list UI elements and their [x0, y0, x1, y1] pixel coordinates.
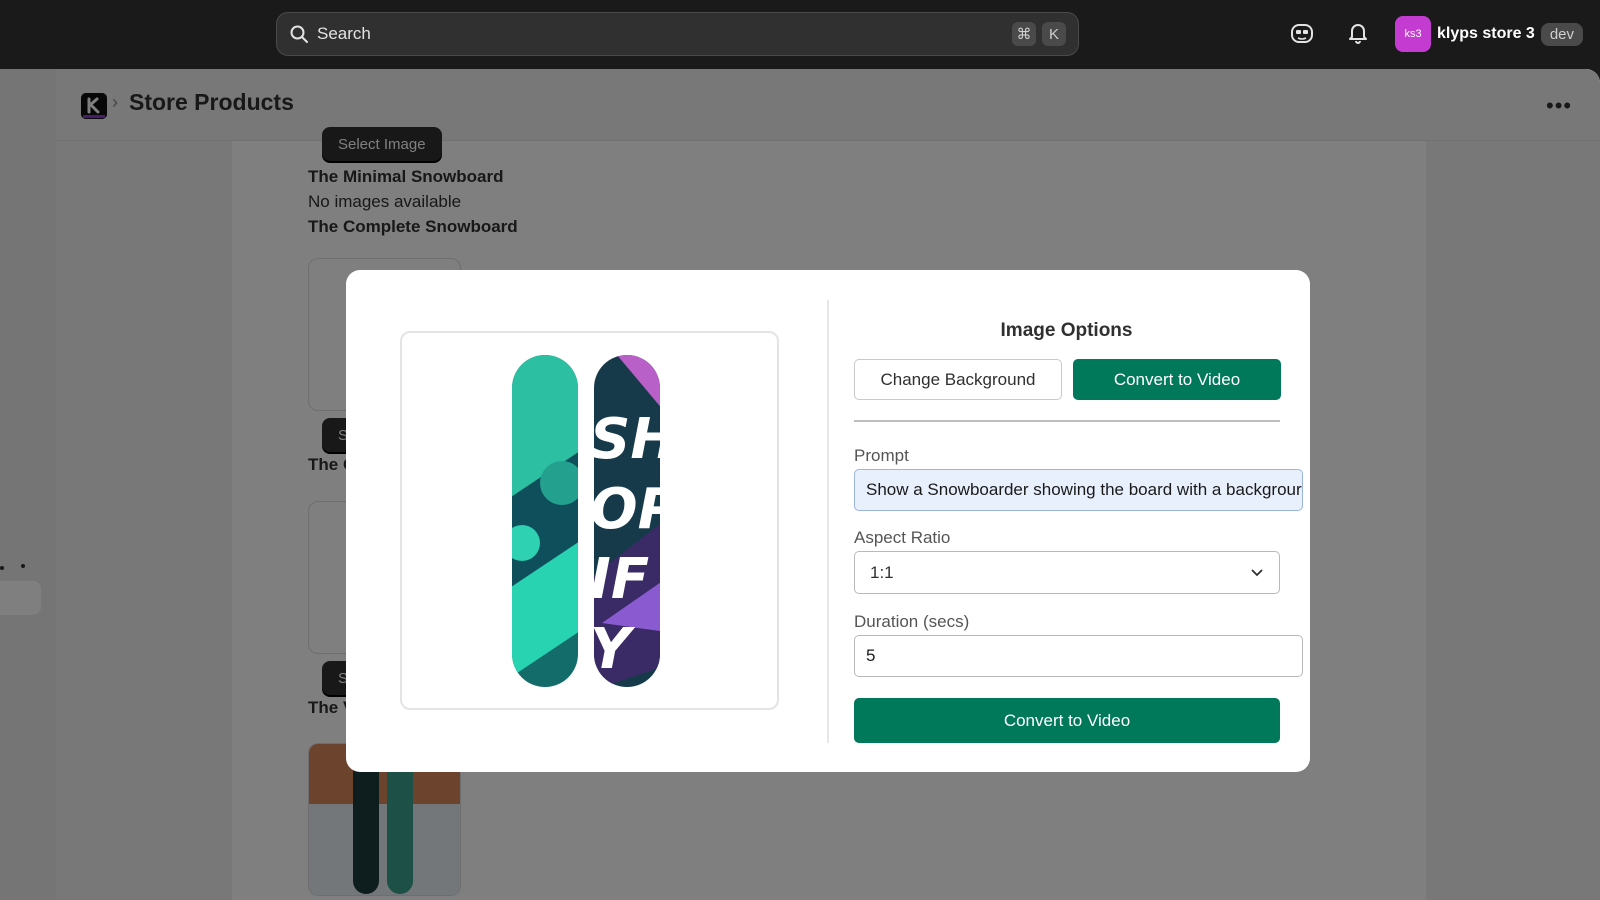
store-avatar: ks3 [1395, 16, 1431, 52]
duration-label: Duration (secs) [854, 612, 970, 631]
k-key-badge: K [1042, 22, 1066, 46]
chevron-down-icon [1251, 568, 1263, 576]
convert-to-video-button[interactable]: Convert to Video [854, 698, 1280, 743]
aspect-ratio-label: Aspect Ratio [854, 528, 951, 547]
duration-input[interactable]: 5 [854, 635, 1303, 677]
svg-text:SH: SH [590, 407, 677, 472]
search-bar[interactable]: Search ⌘ K [276, 12, 1079, 56]
change-background-tab[interactable]: Change Background [854, 359, 1062, 400]
top-bar: Search ⌘ K ks3 klyps store 3 dev [0, 0, 1600, 69]
bell-icon[interactable] [1345, 20, 1371, 46]
options-divider [854, 420, 1280, 422]
search-placeholder: Search [317, 24, 371, 43]
ai-assistant-icon[interactable] [1289, 20, 1315, 46]
modal-title: Image Options [1000, 320, 1133, 341]
svg-text:OP: OP [590, 477, 679, 542]
prompt-label: Prompt [854, 446, 909, 465]
store-switcher[interactable]: ks3 klyps store 3 dev [1395, 16, 1584, 52]
snowboard-preview-image: SH OP IF Y [512, 355, 679, 687]
store-name: klyps store 3 [1437, 25, 1535, 42]
convert-to-video-tab[interactable]: Convert to Video [1073, 359, 1281, 400]
command-key-badge: ⌘ [1012, 22, 1036, 46]
aspect-ratio-value: 1:1 [870, 562, 894, 582]
svg-text:Y: Y [590, 617, 636, 682]
image-options-modal: SH OP IF Y Image Options Change Backgrou… [346, 270, 1310, 772]
env-badge: dev [1540, 22, 1584, 46]
product-image-preview: SH OP IF Y [400, 331, 779, 710]
prompt-input[interactable]: Show a Snowboarder showing the board wit… [854, 469, 1303, 511]
aspect-ratio-select[interactable]: 1:1 [854, 551, 1280, 594]
svg-text:IF: IF [590, 547, 649, 612]
modal-divider [827, 300, 829, 743]
search-icon [290, 25, 308, 43]
